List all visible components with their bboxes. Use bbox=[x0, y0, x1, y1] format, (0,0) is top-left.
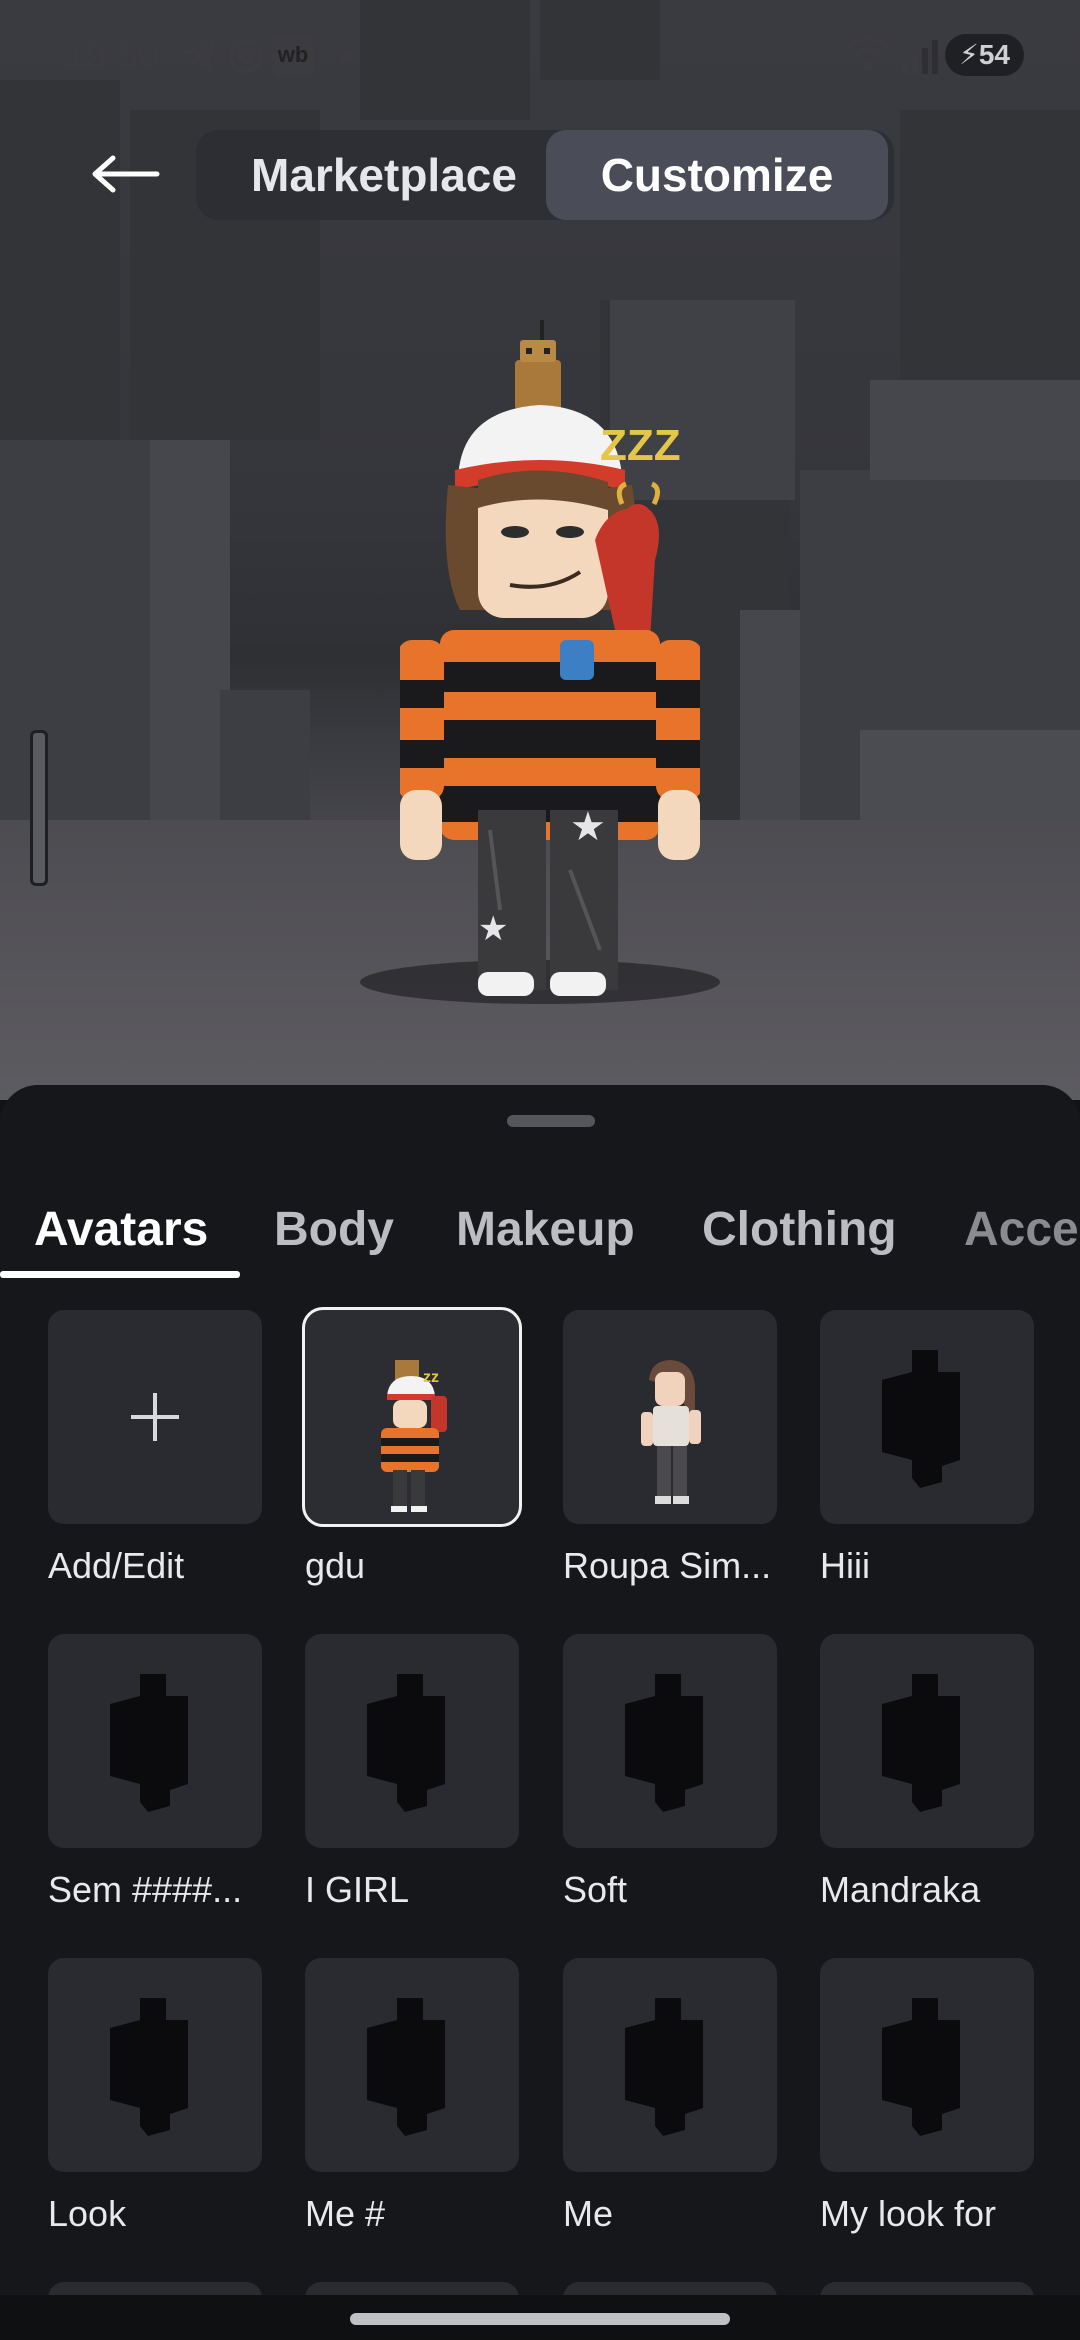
avatar-tile bbox=[820, 1958, 1034, 2172]
avatar-tile bbox=[563, 1310, 777, 1524]
silhouette-icon bbox=[110, 1998, 188, 2136]
tab-accessories[interactable]: Acce bbox=[964, 1195, 1079, 1265]
avatar-thumbnail bbox=[641, 1360, 701, 1504]
sheet-drag-handle[interactable] bbox=[507, 1115, 595, 1127]
avatar-tile-selected: zz bbox=[302, 1307, 522, 1527]
category-tabs: Avatars Body Makeup Clothing Acce bbox=[0, 1185, 1080, 1275]
avatar-label: Roupa Sim... bbox=[563, 1545, 772, 1586]
avatar-label: Soft bbox=[563, 1869, 628, 1910]
dot-icon bbox=[340, 50, 352, 62]
app-root: ZZZ ★ ★ 19:50 wb ⚡54 Marketplace Customi… bbox=[0, 0, 1080, 2340]
svg-text:★: ★ bbox=[478, 909, 508, 949]
svg-text:ZZZ: ZZZ bbox=[600, 421, 681, 470]
bolt-icon: ⚡ bbox=[959, 39, 979, 70]
avatar-label: Hiii bbox=[820, 1545, 870, 1586]
plus-icon bbox=[131, 1393, 179, 1441]
silhouette-icon bbox=[110, 1674, 188, 1812]
avatar-label: gdu bbox=[305, 1545, 366, 1586]
avatar-tile bbox=[305, 1958, 519, 2172]
avatar-label: Mandraka bbox=[820, 1869, 981, 1910]
avatar-tile bbox=[48, 1958, 262, 2172]
avatar-label: Look bbox=[48, 2193, 127, 2234]
wb-icon: wb bbox=[272, 34, 314, 76]
silhouette-icon bbox=[625, 1998, 703, 2136]
threads-icon bbox=[226, 36, 266, 86]
avatar-tile bbox=[305, 1634, 519, 1848]
svg-text:zz: zz bbox=[423, 1369, 439, 1386]
avatar-tile bbox=[48, 1310, 262, 1524]
home-indicator[interactable] bbox=[350, 2313, 730, 2325]
telegram-icon bbox=[178, 36, 218, 82]
battery-indicator: ⚡54 bbox=[945, 34, 1024, 76]
silhouette-icon bbox=[882, 1674, 960, 1812]
battery-level: 54 bbox=[978, 39, 1010, 70]
avatar-tile bbox=[820, 1634, 1034, 1848]
silhouette-icon bbox=[367, 1674, 445, 1812]
status-time: 19:50 bbox=[64, 34, 160, 76]
tab-avatars[interactable]: Avatars bbox=[34, 1195, 208, 1265]
avatar-label: My look for bbox=[820, 2193, 997, 2234]
active-tab-underline bbox=[0, 1271, 240, 1278]
avatar-label: Me # bbox=[305, 2193, 386, 2234]
tab-customize[interactable]: Customize bbox=[546, 130, 888, 220]
avatar-label: Sem ####... bbox=[48, 1869, 243, 1910]
avatar-grid: Add/Edit zz gdu Roupa Sim... Hiii Sem ##… bbox=[0, 1307, 1080, 2302]
signal-icon bbox=[900, 36, 940, 86]
tab-makeup[interactable]: Makeup bbox=[456, 1195, 635, 1265]
status-bar: 19:50 wb ⚡54 bbox=[0, 0, 1080, 110]
tab-clothing[interactable]: Clothing bbox=[702, 1195, 897, 1265]
avatar-tile bbox=[820, 1310, 1034, 1524]
avatar-tile bbox=[563, 1958, 777, 2172]
mode-switch: Marketplace Customize bbox=[196, 130, 894, 220]
svg-text:★: ★ bbox=[570, 804, 606, 850]
tab-marketplace[interactable]: Marketplace bbox=[214, 130, 554, 220]
avatar-label: Add/Edit bbox=[48, 1545, 185, 1586]
silhouette-icon bbox=[625, 1674, 703, 1812]
avatar-tile bbox=[48, 1634, 262, 1848]
avatar-character: ZZZ ★ ★ bbox=[400, 320, 700, 996]
back-button[interactable] bbox=[86, 146, 166, 202]
wifi-icon bbox=[842, 34, 894, 84]
zoom-slider-handle[interactable] bbox=[30, 730, 48, 886]
arrow-left-icon bbox=[92, 155, 160, 193]
tab-body[interactable]: Body bbox=[274, 1195, 394, 1265]
avatar-thumbnail: zz bbox=[381, 1360, 447, 1512]
avatar-label: Me bbox=[563, 2193, 614, 2234]
avatar-label: I GIRL bbox=[305, 1869, 410, 1910]
avatar-tile bbox=[563, 1634, 777, 1848]
silhouette-icon bbox=[882, 1998, 960, 2136]
silhouette-icon bbox=[367, 1998, 445, 2136]
silhouette-icon bbox=[882, 1350, 960, 1488]
